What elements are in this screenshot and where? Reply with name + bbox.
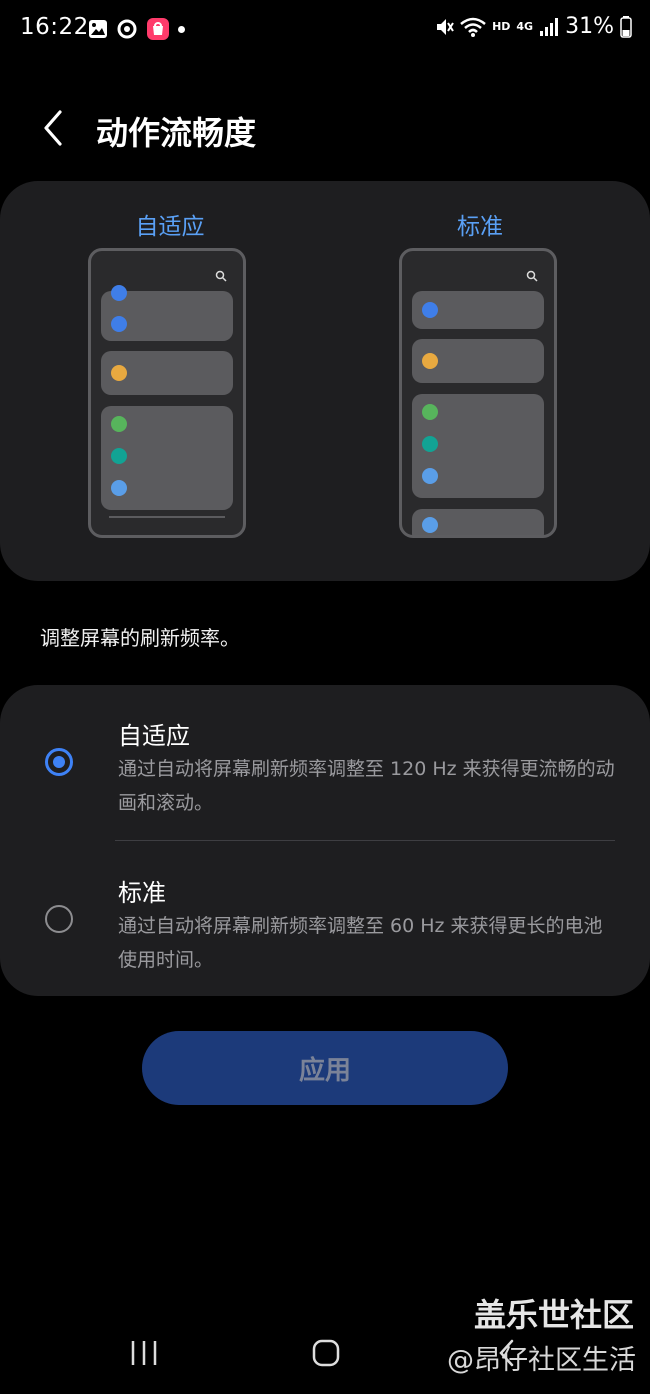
- recents-icon: [131, 1341, 157, 1365]
- description-caption: 调整屏幕的刷新频率。: [40, 626, 240, 650]
- option-desc-standard: 通过自动将屏幕刷新频率调整至 60 Hz 来获得更长的电池使用时间。: [118, 915, 603, 971]
- option-desc-adaptive: 通过自动将屏幕刷新频率调整至 120 Hz 来获得更流畅的动画和滚动。: [118, 758, 615, 814]
- mini-dot: [111, 316, 127, 332]
- mini-dot: [111, 285, 127, 301]
- mini-card: [412, 339, 544, 383]
- hd-indicator: HD: [492, 20, 511, 33]
- mini-card: [412, 394, 544, 498]
- status-right-icons: HD 4G 31%: [434, 14, 632, 39]
- radio-adaptive[interactable]: [45, 748, 73, 776]
- radio-standard[interactable]: [45, 905, 73, 933]
- mini-dot: [422, 353, 438, 369]
- nav-back-button[interactable]: [492, 1335, 524, 1375]
- mini-dot: [111, 448, 127, 464]
- preview-label-adaptive: 自适应: [135, 214, 205, 240]
- mini-card: [412, 291, 544, 329]
- option-title-adaptive: 自适应: [118, 722, 190, 750]
- mini-dot: [422, 436, 438, 452]
- battery-percent: 31%: [565, 14, 614, 39]
- status-left-icons: [88, 17, 185, 41]
- network-type: 4G: [516, 20, 534, 33]
- status-bar: 16:22 HD 4G 31%: [0, 0, 650, 58]
- watermark-title: 盖乐世社区: [473, 1296, 634, 1334]
- mini-card: [101, 406, 233, 510]
- back-icon: [499, 1339, 514, 1367]
- mini-dot: [422, 302, 438, 318]
- back-button[interactable]: [36, 104, 76, 152]
- chevron-left-icon: [44, 110, 62, 146]
- mini-dot: [422, 517, 438, 533]
- mini-dot: [111, 480, 127, 496]
- search-icon: [526, 270, 538, 282]
- nav-recents-button[interactable]: [128, 1335, 160, 1375]
- page-title: 动作流畅度: [96, 114, 257, 152]
- option-divider: [115, 840, 615, 841]
- apply-button[interactable]: 应用: [142, 1031, 508, 1105]
- mini-dot: [422, 404, 438, 420]
- mini-divider: [109, 516, 225, 518]
- battery-icon: [620, 15, 632, 38]
- status-time: 16:22: [20, 14, 89, 40]
- home-icon: [312, 1339, 340, 1367]
- mini-card: [101, 351, 233, 395]
- preview-phone-standard: [399, 248, 557, 538]
- mini-dot: [111, 416, 127, 432]
- sync-icon: [117, 19, 137, 39]
- mini-card: [101, 285, 233, 341]
- mini-dot: [111, 365, 127, 381]
- search-icon: [215, 270, 227, 282]
- shop-icon: [147, 18, 169, 40]
- wifi-icon: [460, 17, 486, 37]
- option-title-standard: 标准: [118, 879, 166, 907]
- notification-dot: [178, 25, 185, 33]
- signal-icon: [540, 17, 559, 36]
- gallery-icon: [89, 20, 107, 38]
- mini-dot: [422, 468, 438, 484]
- mini-card: [412, 509, 544, 535]
- mute-icon: [437, 18, 454, 35]
- nav-home-button[interactable]: [310, 1335, 342, 1375]
- preview-label-standard: 标准: [457, 214, 503, 240]
- watermark-author: @昂仔社区生活: [447, 1345, 636, 1376]
- preview-phone-adaptive: [88, 248, 246, 538]
